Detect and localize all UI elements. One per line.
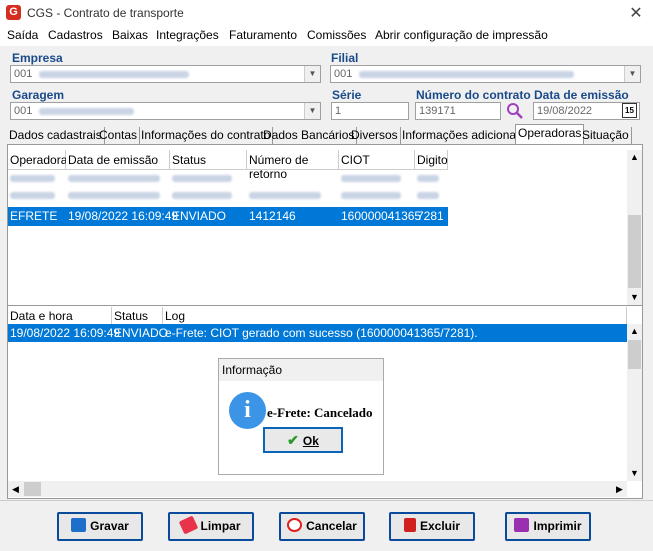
menu-comissoes[interactable]: Comissões bbox=[307, 28, 366, 42]
col-numero-retorno[interactable]: Número de retorno bbox=[247, 150, 339, 181]
scroll-down-icon[interactable]: ▼ bbox=[627, 466, 642, 481]
garagem-name-redacted bbox=[39, 107, 135, 115]
menu-abrir-config[interactable]: Abrir configuração de impressão bbox=[375, 28, 548, 42]
dialog-message: e-Frete: Cancelado bbox=[267, 405, 373, 420]
chevron-down-icon[interactable]: ▼ bbox=[304, 66, 320, 82]
ok-button[interactable]: ✔ Ok bbox=[263, 427, 343, 453]
dialog-title: Informação bbox=[222, 363, 283, 377]
log-cell-status: ENVIADO bbox=[114, 326, 169, 340]
cancelar-label: Cancelar bbox=[306, 519, 357, 533]
col-data-hora[interactable]: Data e hora bbox=[8, 307, 112, 325]
empresa-label: Empresa bbox=[12, 51, 63, 65]
ok-label: Ok bbox=[302, 434, 319, 448]
log-scrollbar-thumb[interactable] bbox=[628, 340, 641, 369]
cell-numero-retorno: 1412146 bbox=[249, 209, 296, 223]
garagem-select[interactable]: 001 bbox=[10, 102, 321, 120]
cancel-icon bbox=[287, 518, 303, 532]
serie-label: Série bbox=[332, 88, 362, 102]
filial-select[interactable]: 001 bbox=[330, 65, 641, 83]
filial-name-redacted bbox=[359, 70, 575, 78]
cell-ciot: 160000041365 bbox=[341, 209, 422, 223]
cell-digito: 7281 bbox=[417, 209, 444, 223]
numero-input[interactable]: 139171 bbox=[415, 102, 501, 120]
cgs-logo-icon: G bbox=[6, 5, 21, 20]
tab-diversos[interactable]: Diversos bbox=[349, 127, 401, 144]
scrollbar-thumb[interactable] bbox=[628, 215, 641, 288]
search-icon[interactable] bbox=[506, 102, 524, 120]
menu-faturamento[interactable]: Faturamento bbox=[229, 28, 297, 42]
scroll-down-icon[interactable]: ▼ bbox=[627, 290, 642, 305]
tab-operadoras[interactable]: Operadoras bbox=[515, 124, 585, 144]
close-icon[interactable]: ✕ bbox=[627, 3, 645, 23]
scroll-left-icon[interactable]: ◀ bbox=[8, 481, 23, 497]
eraser-icon bbox=[179, 515, 199, 535]
garagem-label: Garagem bbox=[12, 88, 65, 102]
log-cell-message: e-Frete: CIOT gerado com sucesso (160000… bbox=[165, 326, 478, 340]
scroll-up-icon[interactable]: ▲ bbox=[627, 150, 642, 165]
data-emissao-label: Data de emissão bbox=[534, 88, 629, 102]
menu-integracoes[interactable]: Integrações bbox=[156, 28, 219, 42]
scroll-up-icon[interactable]: ▲ bbox=[627, 324, 642, 339]
col-log[interactable]: Log bbox=[163, 307, 627, 325]
tab-informacoes-contrato[interactable]: Informações do contrato bbox=[139, 127, 274, 144]
filial-label: Filial bbox=[331, 51, 359, 65]
col-data-emissao[interactable]: Data de emissão bbox=[66, 150, 170, 170]
table-row-redacted bbox=[10, 175, 446, 185]
menu-saida[interactable]: Saída bbox=[7, 28, 38, 42]
garagem-value: 001 bbox=[14, 105, 33, 117]
serie-input[interactable]: 1 bbox=[331, 102, 409, 120]
tab-dados-cadastrais[interactable]: Dados cadastrais bbox=[7, 127, 105, 144]
filial-value: 001 bbox=[334, 68, 353, 80]
scroll-right-icon[interactable]: ▶ bbox=[612, 481, 627, 497]
imprimir-label: Imprimir bbox=[533, 519, 582, 533]
limpar-button[interactable]: Limpar bbox=[168, 512, 254, 541]
tab-dados-bancarios[interactable]: Dados Bancários bbox=[261, 127, 358, 144]
col-operadora[interactable]: Operadora bbox=[8, 150, 67, 170]
excluir-button[interactable]: Excluir bbox=[389, 512, 475, 541]
cell-data-emissao: 19/08/2022 16:09:49 bbox=[68, 209, 179, 223]
col-log-status[interactable]: Status bbox=[112, 307, 163, 325]
table-row-redacted bbox=[10, 192, 446, 202]
col-ciot[interactable]: CIOT bbox=[339, 150, 415, 170]
gravar-button[interactable]: Gravar bbox=[57, 512, 143, 541]
tab-contas[interactable]: Contas bbox=[97, 127, 141, 144]
horizontal-scrollbar[interactable] bbox=[8, 481, 627, 497]
tab-situacao[interactable]: Situação bbox=[580, 127, 632, 144]
empresa-value: 001 bbox=[14, 68, 33, 80]
chevron-down-icon[interactable]: ▼ bbox=[624, 66, 640, 82]
check-icon: ✔ bbox=[287, 432, 299, 448]
cell-operadora: EFRETE bbox=[10, 209, 58, 223]
printer-icon bbox=[514, 518, 530, 532]
col-status[interactable]: Status bbox=[170, 150, 247, 170]
cell-status: ENVIADO bbox=[172, 209, 227, 223]
menu-cadastros[interactable]: Cadastros bbox=[48, 28, 103, 42]
window-title: CGS - Contrato de transporte bbox=[27, 6, 184, 20]
save-icon bbox=[71, 518, 87, 532]
empresa-name-redacted bbox=[39, 70, 190, 78]
numero-label: Número do contrato bbox=[416, 88, 531, 102]
empresa-select[interactable]: 001 bbox=[10, 65, 321, 83]
info-icon: i bbox=[229, 392, 266, 429]
trash-icon bbox=[403, 518, 416, 532]
hscroll-thumb[interactable] bbox=[24, 482, 41, 496]
excluir-label: Excluir bbox=[419, 519, 461, 533]
tab-informacoes-adicionais[interactable]: Informações adicionais bbox=[400, 127, 528, 144]
imprimir-button[interactable]: Imprimir bbox=[505, 512, 591, 541]
chevron-down-icon[interactable]: ▼ bbox=[304, 103, 320, 119]
limpar-label: Limpar bbox=[200, 519, 241, 533]
cancelar-button[interactable]: Cancelar bbox=[279, 512, 365, 541]
col-digito[interactable]: Digito bbox=[415, 150, 448, 170]
gravar-label: Gravar bbox=[90, 519, 129, 533]
calendar-icon[interactable]: 15 bbox=[622, 103, 637, 118]
log-cell-data-hora: 19/08/2022 16:09:49 bbox=[10, 326, 121, 340]
menu-baixas[interactable]: Baixas bbox=[112, 28, 148, 42]
